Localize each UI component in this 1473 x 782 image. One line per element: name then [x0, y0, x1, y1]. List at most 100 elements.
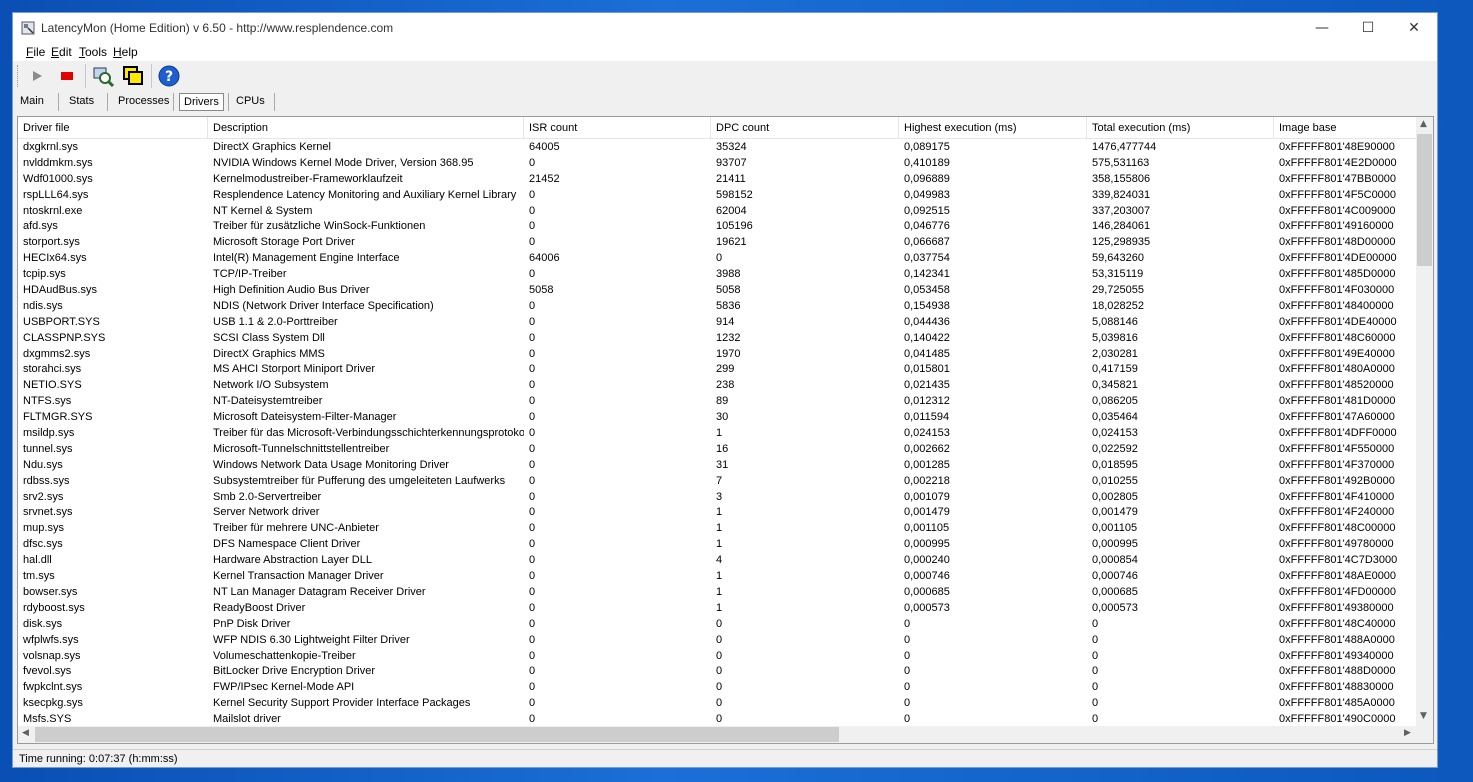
- cell-total-execution: 339,824031: [1092, 188, 1151, 201]
- drivers-list[interactable]: Driver file Description ISR count DPC co…: [17, 116, 1434, 744]
- cell-highest-execution: 0: [904, 649, 911, 662]
- cell-highest-execution: 0,049983: [904, 188, 950, 201]
- cell-description: USB 1.1 & 2.0-Porttreiber: [213, 315, 338, 328]
- window-button[interactable]: [121, 64, 145, 88]
- scroll-right-icon[interactable]: ▶: [1404, 728, 1411, 738]
- table-row[interactable]: dxgmms2.sys DirectX Graphics MMS 0 1970 0,04…: [18, 346, 1418, 362]
- table-row[interactable]: bowser.sys NT Lan Manager Datagram Receiv…: [18, 584, 1418, 600]
- horizontal-scroll-thumb[interactable]: [35, 727, 839, 742]
- title-bar[interactable]: LatencyMon (Home Edition) v 6.50 - http:…: [13, 13, 1437, 43]
- cell-description: Intel(R) Management Engine Interface: [213, 252, 400, 265]
- menu-edit[interactable]: Edit: [51, 45, 72, 59]
- table-row[interactable]: storahci.sys MS AHCI Storport Miniport Dr…: [18, 361, 1418, 377]
- cell-dpc-count: 5058: [716, 284, 741, 297]
- table-row[interactable]: tunnel.sys Microsoft-Tunnelschnittstellen…: [18, 441, 1418, 457]
- table-row[interactable]: fwpkclnt.sys FWP/IPsec Kernel-Mode API 0 0 0…: [18, 679, 1418, 695]
- table-row[interactable]: NTFS.sys NT-Dateisystemtreiber 0 89 0,012312…: [18, 393, 1418, 409]
- cell-dpc-count: 0: [716, 697, 723, 710]
- cell-isr-count: 0: [529, 617, 536, 630]
- start-button[interactable]: [25, 64, 49, 88]
- vertical-scroll-thumb[interactable]: [1417, 134, 1432, 266]
- table-row[interactable]: hal.dll Hardware Abstraction Layer DLL 0 4 0…: [18, 552, 1418, 568]
- table-row[interactable]: msildp.sys Treiber für das Microsoft-Verb…: [18, 425, 1418, 441]
- cell-image-base: 0xFFFFF801'4E2D0000: [1279, 156, 1397, 169]
- window-title: LatencyMon (Home Edition) v 6.50 - http:…: [41, 21, 394, 35]
- column-header-description[interactable]: Description: [208, 117, 524, 138]
- table-row[interactable]: Wdf01000.sys Kernelmodustreiber-Framework…: [18, 171, 1418, 187]
- help-button[interactable]: ?: [157, 64, 181, 88]
- table-row[interactable]: storport.sys Microsoft Storage Port Drive…: [18, 234, 1418, 250]
- cell-image-base: 0xFFFFF801'49780000: [1279, 538, 1394, 551]
- table-row[interactable]: HDAudBus.sys High Definition Audio Bus Dr…: [18, 282, 1418, 298]
- tab-drivers[interactable]: Drivers: [179, 93, 224, 111]
- horizontal-scrollbar[interactable]: ◀ ▶: [18, 726, 1417, 743]
- vertical-scrollbar[interactable]: ▲ ▼: [1416, 117, 1433, 726]
- table-row[interactable]: afd.sys Treiber für zusätzliche WinSock-F…: [18, 218, 1418, 234]
- tab-main[interactable]: Main: [16, 93, 48, 111]
- cell-description: High Definition Audio Bus Driver: [213, 284, 370, 297]
- table-row[interactable]: srv2.sys Smb 2.0-Servertreiber 0 3 0,001079 0…: [18, 489, 1418, 505]
- toolbar-grip[interactable]: [17, 65, 21, 87]
- analyze-button[interactable]: [91, 64, 115, 88]
- cell-highest-execution: 0,011594: [904, 411, 950, 424]
- cell-description: Microsoft Dateisystem-Filter-Manager: [213, 411, 397, 424]
- table-row[interactable]: ksecpkg.sys Kernel Security Support Provi…: [18, 695, 1418, 711]
- menu-file[interactable]: File: [26, 45, 45, 59]
- cell-total-execution: 0,001479: [1092, 506, 1138, 519]
- table-row[interactable]: ntoskrnl.exe NT Kernel & System 0 62004 0,09…: [18, 203, 1418, 219]
- table-row[interactable]: rspLLL64.sys Resplendence Latency Monitor…: [18, 187, 1418, 203]
- cell-total-execution: 358,155806: [1092, 172, 1151, 185]
- scroll-left-icon[interactable]: ◀: [22, 728, 29, 738]
- cell-highest-execution: 0: [904, 617, 911, 630]
- table-row[interactable]: tcpip.sys TCP/IP-Treiber 0 3988 0,142341 53,3…: [18, 266, 1418, 282]
- tab-cpus[interactable]: CPUs: [232, 93, 269, 111]
- table-row[interactable]: HECIx64.sys Intel(R) Management Engine In…: [18, 250, 1418, 266]
- table-row[interactable]: srvnet.sys Server Network driver 0 1 0,00147…: [18, 504, 1418, 520]
- table-row[interactable]: mup.sys Treiber für mehrere UNC-Anbieter 0…: [18, 520, 1418, 536]
- table-row[interactable]: dxgkrnl.sys DirectX Graphics Kernel 64005 3…: [18, 139, 1418, 155]
- maximize-button[interactable]: ☐: [1345, 13, 1391, 43]
- table-row[interactable]: USBPORT.SYS USB 1.1 & 2.0-Porttreiber 0 914…: [18, 314, 1418, 330]
- cell-description: Microsoft Storage Port Driver: [213, 236, 355, 249]
- table-row[interactable]: CLASSPNP.SYS SCSI Class System Dll 0 1232 0,…: [18, 330, 1418, 346]
- column-header-dpc-count[interactable]: DPC count: [711, 117, 899, 138]
- cell-highest-execution: 0,001285: [904, 458, 950, 471]
- scroll-up-icon[interactable]: ▲: [1420, 119, 1427, 129]
- column-header-total-execution[interactable]: Total execution (ms): [1087, 117, 1274, 138]
- toolbar: ?: [13, 61, 1437, 91]
- table-row[interactable]: Msfs.SYS Mailslot driver 0 0 0 0 0xFFFFF801'49…: [18, 711, 1418, 727]
- tab-stats[interactable]: Stats: [65, 93, 98, 111]
- table-row[interactable]: Ndu.sys Windows Network Data Usage Monito…: [18, 457, 1418, 473]
- table-row[interactable]: nvlddmkm.sys NVIDIA Windows Kernel Mode D…: [18, 155, 1418, 171]
- cell-description: Server Network driver: [213, 506, 320, 519]
- table-row[interactable]: fvevol.sys BitLocker Drive Encryption Dri…: [18, 663, 1418, 679]
- cell-description: Kernel Transaction Manager Driver: [213, 570, 384, 583]
- table-row[interactable]: tm.sys Kernel Transaction Manager Driver 0…: [18, 568, 1418, 584]
- column-header-driver-file[interactable]: Driver file: [18, 117, 208, 138]
- table-row[interactable]: rdbss.sys Subsystemtreiber für Pufferung …: [18, 473, 1418, 489]
- menu-help[interactable]: Help: [113, 45, 138, 59]
- table-row[interactable]: disk.sys PnP Disk Driver 0 0 0 0 0xFFFFF801'48…: [18, 616, 1418, 632]
- scroll-down-icon[interactable]: ▼: [1420, 711, 1427, 721]
- cell-isr-count: 0: [529, 442, 536, 455]
- column-header-image-base[interactable]: Image base: [1274, 117, 1418, 138]
- table-row[interactable]: dfsc.sys DFS Namespace Client Driver 0 1 0,0…: [18, 536, 1418, 552]
- table-row[interactable]: ndis.sys NDIS (Network Driver Interface S…: [18, 298, 1418, 314]
- table-row[interactable]: FLTMGR.SYS Microsoft Dateisystem-Filter-M…: [18, 409, 1418, 425]
- cell-description: NT-Dateisystemtreiber: [213, 395, 323, 408]
- table-row[interactable]: volsnap.sys Volumeschattenkopie-Treiber 0 0…: [18, 648, 1418, 664]
- menu-tools[interactable]: Tools: [79, 45, 107, 59]
- stop-button[interactable]: [55, 64, 79, 88]
- column-header-highest-execution[interactable]: Highest execution (ms): [899, 117, 1087, 138]
- close-button[interactable]: ✕: [1391, 13, 1437, 43]
- minimize-button[interactable]: —: [1299, 13, 1345, 43]
- cell-image-base: 0xFFFFF801'48C40000: [1279, 617, 1396, 630]
- cell-driver-file: USBPORT.SYS: [23, 315, 100, 328]
- column-header-isr-count[interactable]: ISR count: [524, 117, 711, 138]
- cell-total-execution: 0: [1092, 713, 1099, 726]
- cell-image-base: 0xFFFFF801'48400000: [1279, 299, 1394, 312]
- tab-processes[interactable]: Processes: [114, 93, 173, 111]
- table-row[interactable]: NETIO.SYS Network I/O Subsystem 0 238 0,0214…: [18, 377, 1418, 393]
- table-row[interactable]: rdyboost.sys ReadyBoost Driver 0 1 0,000573 0…: [18, 600, 1418, 616]
- table-row[interactable]: wfplwfs.sys WFP NDIS 6.30 Lightweight Fil…: [18, 632, 1418, 648]
